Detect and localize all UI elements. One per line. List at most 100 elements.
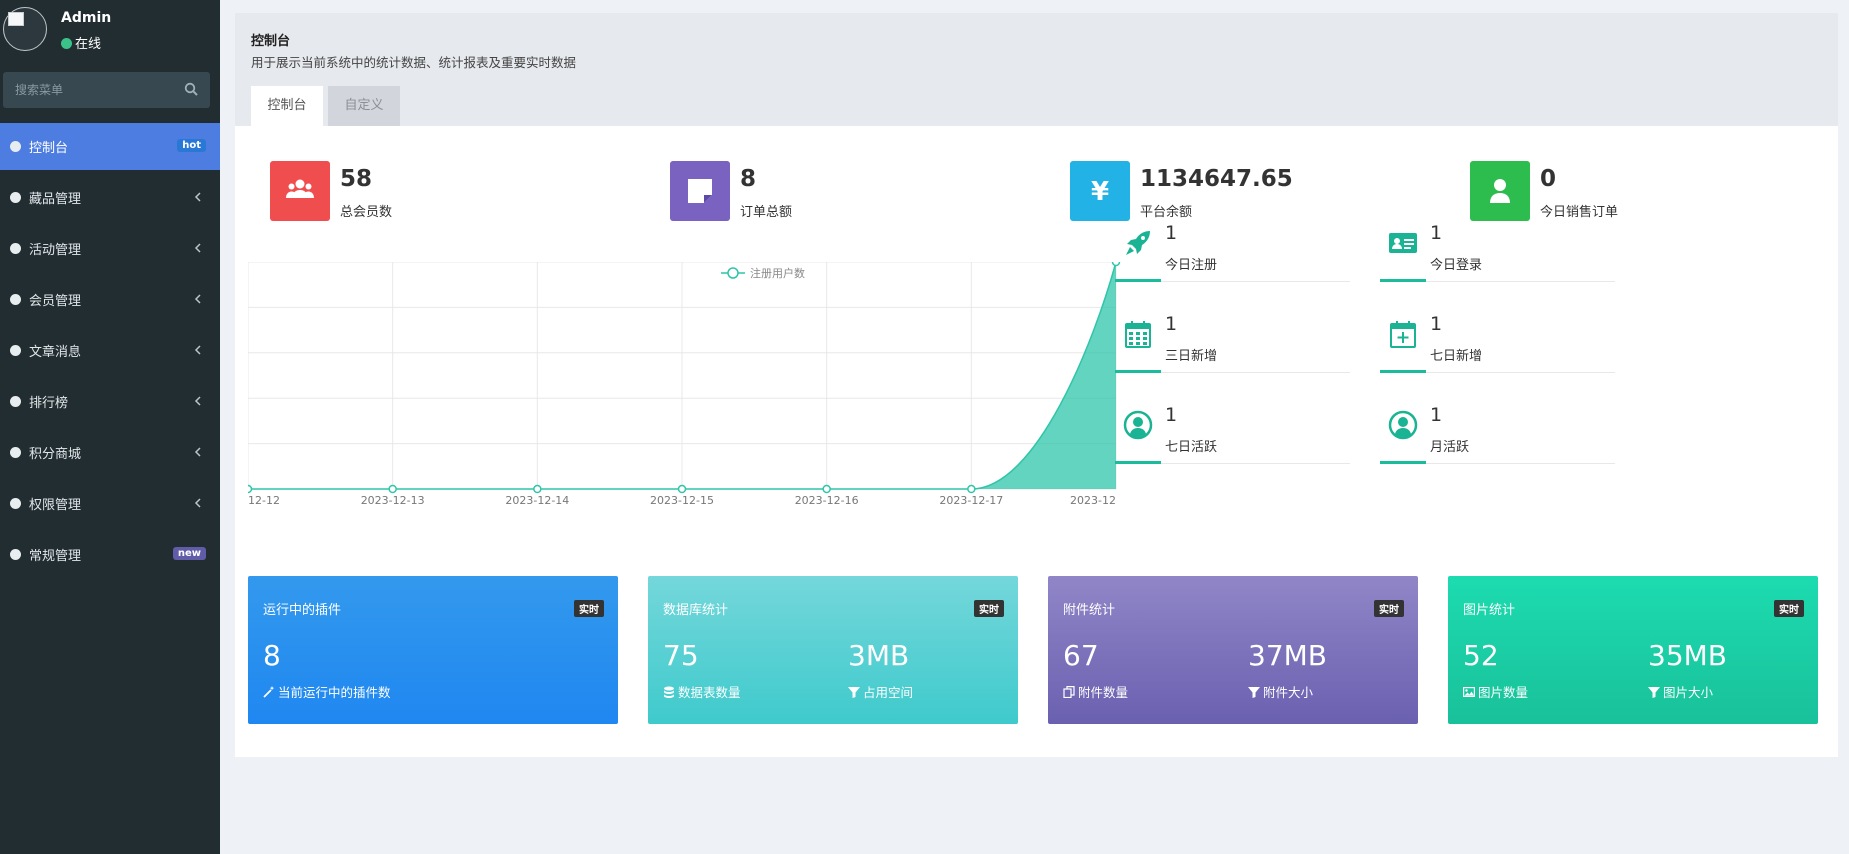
stat-underline xyxy=(1380,461,1426,464)
note-icon xyxy=(688,179,712,203)
stat-value: 1134647.65 xyxy=(1140,166,1293,192)
sidebar-item-points-mall[interactable]: 积分商城 xyxy=(0,429,220,476)
stat-icon-box xyxy=(270,161,330,221)
sidebar-item-activities[interactable]: 活动管理 xyxy=(0,225,220,272)
tab-dashboard[interactable]: 控制台 xyxy=(251,86,323,126)
series-points xyxy=(248,262,1121,494)
realtime-tag: 实时 xyxy=(574,600,604,617)
chevron-left-icon xyxy=(194,396,201,406)
search-input[interactable] xyxy=(3,72,173,108)
card-label: 数据表数量 xyxy=(663,682,741,701)
circle-icon xyxy=(10,396,21,407)
chevron-left-icon xyxy=(194,294,201,304)
svg-text:¥: ¥ xyxy=(1091,177,1109,206)
sidebar-item-ranking[interactable]: 排行榜 xyxy=(0,378,220,425)
x-tick-label: 2023-12-17 xyxy=(939,494,1003,507)
calendar-plus-icon xyxy=(1390,321,1416,348)
stat-today-login: 1 今日登录 xyxy=(1380,222,1615,282)
new-badge: new xyxy=(172,547,206,560)
card-value: 37MB xyxy=(1248,639,1327,672)
sidebar-item-general[interactable]: 常规管理 new xyxy=(0,531,220,578)
users-icon xyxy=(286,179,314,198)
sidebar-item-permissions[interactable]: 权限管理 xyxy=(0,480,220,527)
card-value: 35MB xyxy=(1648,639,1727,672)
stat-value: 1 xyxy=(1165,313,1178,335)
files-icon xyxy=(1063,686,1075,698)
user-icon xyxy=(1490,179,1510,203)
stat-label: 订单总额 xyxy=(740,205,793,220)
circle-icon xyxy=(10,243,21,254)
legend-circle-icon xyxy=(727,267,739,279)
stat-value: 1 xyxy=(1165,222,1178,244)
stat-value: 8 xyxy=(740,166,757,192)
circle-icon xyxy=(10,447,21,458)
card-label-text: 附件数量 xyxy=(1078,685,1129,700)
x-axis-ticks: 12-12 2023-12-13 2023-12-14 2023-12-15 2023-… xyxy=(248,494,1116,507)
circle-icon xyxy=(10,549,21,560)
stat-icon-box xyxy=(670,161,730,221)
stat-value: 1 xyxy=(1430,222,1443,244)
card-title: 数据库统计 xyxy=(663,603,729,618)
sidebar-item-members[interactable]: 会员管理 xyxy=(0,276,220,323)
stat-value: 1 xyxy=(1165,404,1178,426)
page-title: 控制台 xyxy=(251,34,291,49)
x-tick-label: 12-12 xyxy=(248,494,280,507)
user-panel: Admin 在线 xyxy=(0,0,220,62)
page-description: 用于展示当前系统中的统计数据、统计报表及重要实时数据 xyxy=(251,55,577,70)
card-value: 52 xyxy=(1463,639,1499,672)
sidebar-search xyxy=(3,72,210,108)
sidebar-item-label: 活动管理 xyxy=(29,243,82,258)
x-tick-label: 2023-12-13 xyxy=(361,494,425,507)
chart-grid xyxy=(248,262,1117,490)
stat-three-day-new: 1 三日新增 xyxy=(1115,313,1350,373)
chevron-left-icon xyxy=(194,345,201,355)
realtime-tag: 实时 xyxy=(1374,600,1404,617)
online-dot-icon xyxy=(61,38,72,49)
stat-label: 月活跃 xyxy=(1430,440,1470,455)
stat-today-registered: 1 今日注册 xyxy=(1115,222,1350,282)
data-point xyxy=(248,484,253,494)
tab-custom[interactable]: 自定义 xyxy=(328,86,400,126)
sidebar-item-label: 会员管理 xyxy=(29,294,82,309)
sidebar-item-articles[interactable]: 文章消息 xyxy=(0,327,220,374)
data-point xyxy=(677,484,687,494)
avatar[interactable] xyxy=(3,7,47,51)
card-value: 3MB xyxy=(848,639,910,672)
search-icon[interactable] xyxy=(184,82,198,96)
circle-icon xyxy=(10,192,21,203)
user-status: 在线 xyxy=(61,33,101,52)
user-circle-icon xyxy=(1388,410,1418,440)
user-status-label: 在线 xyxy=(75,37,102,52)
chevron-left-icon xyxy=(194,192,201,202)
sidebar-item-collections[interactable]: 藏品管理 xyxy=(0,174,220,221)
chevron-left-icon xyxy=(194,498,201,508)
filter-icon xyxy=(1248,687,1260,698)
magic-wand-icon xyxy=(263,686,275,698)
card-attachments: 附件统计 实时 67 附件数量 37MB 附件大小 xyxy=(1048,576,1418,724)
data-point xyxy=(533,484,542,494)
card-label-text: 数据表数量 xyxy=(678,685,741,700)
stat-seven-day-new: 1 七日新增 xyxy=(1380,313,1615,373)
card-label: 附件大小 xyxy=(1248,682,1313,701)
x-tick-label: 2023-12 xyxy=(1070,494,1116,507)
database-icon xyxy=(664,686,674,698)
card-label-text: 图片大小 xyxy=(1663,685,1714,700)
x-tick-label: 2023-12-16 xyxy=(795,494,859,507)
filter-icon xyxy=(1648,687,1660,698)
stat-label: 平台余额 xyxy=(1140,205,1193,220)
circle-icon xyxy=(10,345,21,356)
card-label-text: 占用空间 xyxy=(863,685,914,700)
stat-underline xyxy=(1115,461,1161,464)
chart-legend[interactable]: 注册用户数 xyxy=(721,266,805,280)
data-point xyxy=(822,484,831,494)
card-value: 67 xyxy=(1063,639,1099,672)
sidebar-item-dashboard[interactable]: 控制台 hot xyxy=(0,123,220,170)
sidebar: Admin 在线 控制台 hot 藏品管理 活动管理 会员管理 文章消息 xyxy=(0,0,220,854)
stat-underline xyxy=(1380,370,1426,373)
stat-icon-box: ¥ xyxy=(1070,161,1130,221)
panel-body: 58 总会员数 8 订单总额 ¥ 1134647.65 平台余额 0 今日销售订… xyxy=(235,126,1838,757)
circle-icon xyxy=(10,141,21,152)
card-title: 附件统计 xyxy=(1063,603,1116,618)
card-label-text: 图片数量 xyxy=(1478,685,1529,700)
image-icon xyxy=(1463,687,1475,698)
